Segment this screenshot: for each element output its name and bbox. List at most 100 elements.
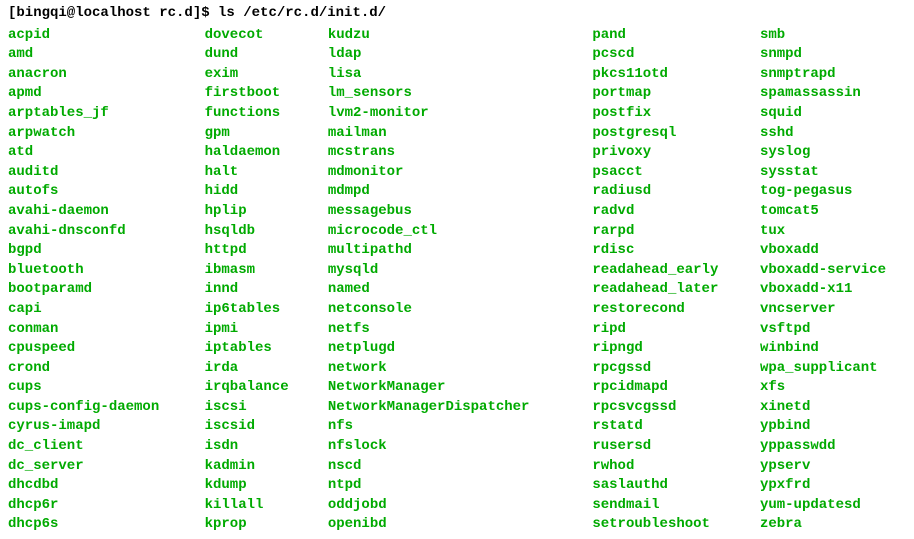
service-entry: dhcp6r xyxy=(8,496,185,516)
service-entry: cups xyxy=(8,378,185,398)
service-entry: hidd xyxy=(205,182,308,202)
service-entry: acpid xyxy=(8,26,185,46)
service-entry: dc_client xyxy=(8,437,185,457)
service-entry: pkcs11otd xyxy=(592,65,740,85)
service-entry: rwhod xyxy=(592,457,740,477)
service-entry: named xyxy=(328,280,573,300)
service-entry: nfs xyxy=(328,417,573,437)
service-entry: sysstat xyxy=(760,163,886,183)
service-entry: arptables_jf xyxy=(8,104,185,124)
service-entry: mailman xyxy=(328,124,573,144)
service-entry: pand xyxy=(592,26,740,46)
service-entry: lm_sensors xyxy=(328,84,573,104)
service-entry: mdmonitor xyxy=(328,163,573,183)
service-entry: hplip xyxy=(205,202,308,222)
service-entry: iptables xyxy=(205,339,308,359)
service-entry: rusersd xyxy=(592,437,740,457)
service-entry: tux xyxy=(760,222,886,242)
service-entry: snmpd xyxy=(760,45,886,65)
service-entry: innd xyxy=(205,280,308,300)
service-entry: nscd xyxy=(328,457,573,477)
service-entry: anacron xyxy=(8,65,185,85)
service-entry: amd xyxy=(8,45,185,65)
service-entry: ldap xyxy=(328,45,573,65)
service-entry: yum-updatesd xyxy=(760,496,886,516)
service-entry: readahead_early xyxy=(592,261,740,281)
service-entry: autofs xyxy=(8,182,185,202)
service-entry: functions xyxy=(205,104,308,124)
service-entry: zebra xyxy=(760,515,886,535)
service-entry: bootparamd xyxy=(8,280,185,300)
service-entry: ip6tables xyxy=(205,300,308,320)
service-entry: messagebus xyxy=(328,202,573,222)
service-entry: hsqldb xyxy=(205,222,308,242)
service-entry: psacct xyxy=(592,163,740,183)
service-entry: rarpd xyxy=(592,222,740,242)
service-entry: kdump xyxy=(205,476,308,496)
service-entry: rpcidmapd xyxy=(592,378,740,398)
service-entry: lvm2-monitor xyxy=(328,104,573,124)
service-entry: radvd xyxy=(592,202,740,222)
service-entry: mcstrans xyxy=(328,143,573,163)
service-entry: irqbalance xyxy=(205,378,308,398)
service-entry: gpm xyxy=(205,124,308,144)
service-entry: xinetd xyxy=(760,398,886,418)
service-entry: NetworkManager xyxy=(328,378,573,398)
service-entry: rpcsvcgssd xyxy=(592,398,740,418)
service-entry: spamassassin xyxy=(760,84,886,104)
service-entry: oddjobd xyxy=(328,496,573,516)
column-1: acpidamdanacronapmdarptables_jfarpwatcha… xyxy=(8,26,205,535)
service-entry: iscsid xyxy=(205,417,308,437)
service-entry: conman xyxy=(8,320,185,340)
service-entry: httpd xyxy=(205,241,308,261)
service-entry: apmd xyxy=(8,84,185,104)
service-entry: tomcat5 xyxy=(760,202,886,222)
service-entry: kadmin xyxy=(205,457,308,477)
ls-output: acpidamdanacronapmdarptables_jfarpwatcha… xyxy=(8,26,906,535)
service-entry: exim xyxy=(205,65,308,85)
service-entry: dc_server xyxy=(8,457,185,477)
service-entry: irda xyxy=(205,359,308,379)
service-entry: wpa_supplicant xyxy=(760,359,886,379)
service-entry: capi xyxy=(8,300,185,320)
service-entry: kudzu xyxy=(328,26,573,46)
service-entry: privoxy xyxy=(592,143,740,163)
service-entry: sshd xyxy=(760,124,886,144)
service-entry: xfs xyxy=(760,378,886,398)
column-4: pandpcscdpkcs11otdportmappostfixpostgres… xyxy=(592,26,760,535)
service-entry: saslauthd xyxy=(592,476,740,496)
service-entry: yppasswdd xyxy=(760,437,886,457)
service-entry: mdmpd xyxy=(328,182,573,202)
service-entry: vsftpd xyxy=(760,320,886,340)
service-entry: ripd xyxy=(592,320,740,340)
service-entry: winbind xyxy=(760,339,886,359)
service-entry: rdisc xyxy=(592,241,740,261)
service-entry: microcode_ctl xyxy=(328,222,573,242)
service-entry: kprop xyxy=(205,515,308,535)
service-entry: lisa xyxy=(328,65,573,85)
service-entry: iscsi xyxy=(205,398,308,418)
service-entry: ypbind xyxy=(760,417,886,437)
service-entry: tog-pegasus xyxy=(760,182,886,202)
service-entry: readahead_later xyxy=(592,280,740,300)
column-5: smbsnmpdsnmptrapdspamassassinsquidsshdsy… xyxy=(760,26,906,535)
service-entry: vboxadd xyxy=(760,241,886,261)
service-entry: dhcdbd xyxy=(8,476,185,496)
service-entry: network xyxy=(328,359,573,379)
column-2: dovecotdundeximfirstbootfunctionsgpmhald… xyxy=(205,26,328,535)
service-entry: smb xyxy=(760,26,886,46)
service-entry: ripngd xyxy=(592,339,740,359)
service-entry: vncserver xyxy=(760,300,886,320)
service-entry: setroubleshoot xyxy=(592,515,740,535)
service-entry: rstatd xyxy=(592,417,740,437)
service-entry: dhcp6s xyxy=(8,515,185,535)
service-entry: restorecond xyxy=(592,300,740,320)
service-entry: pcscd xyxy=(592,45,740,65)
service-entry: auditd xyxy=(8,163,185,183)
service-entry: vboxadd-x11 xyxy=(760,280,886,300)
service-entry: avahi-daemon xyxy=(8,202,185,222)
service-entry: snmptrapd xyxy=(760,65,886,85)
service-entry: haldaemon xyxy=(205,143,308,163)
service-entry: ibmasm xyxy=(205,261,308,281)
service-entry: postfix xyxy=(592,104,740,124)
